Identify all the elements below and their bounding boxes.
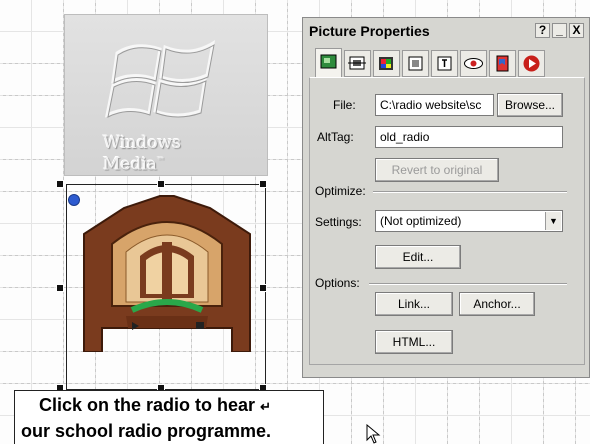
tab-effects[interactable]	[402, 50, 429, 77]
options-section-label: Options:	[315, 276, 360, 290]
resize-handle-left[interactable]	[56, 284, 64, 292]
tab-color[interactable]	[373, 50, 400, 77]
resize-handle-right[interactable]	[259, 284, 267, 292]
caption-line-1: Click on the radio to hear ↵	[39, 395, 271, 415]
chevron-down-icon[interactable]: ▼	[545, 212, 561, 230]
close-button[interactable]: X	[569, 23, 584, 38]
tab-hotspot[interactable]	[489, 50, 516, 77]
file-label: File:	[333, 98, 356, 112]
windows-media-image[interactable]: Windows Media™	[64, 14, 268, 176]
layout-tab-icon	[348, 56, 366, 70]
windows-flag-icon	[105, 39, 216, 118]
settings-dropdown[interactable]: (Not optimized) ▼	[375, 210, 563, 232]
file-path-field[interactable]: C:\radio website\sc	[375, 94, 494, 116]
revert-to-original-button[interactable]: Revert to original	[375, 158, 499, 182]
resize-handle-top-left[interactable]	[56, 180, 64, 188]
tab-layout[interactable]	[344, 50, 371, 77]
link-button[interactable]: Link...	[375, 292, 453, 316]
tab-record[interactable]	[518, 50, 545, 77]
mouse-pointer-icon	[366, 424, 381, 444]
resize-handle-top[interactable]	[157, 180, 165, 188]
dialog-title: Picture Properties	[309, 23, 430, 39]
settings-selected-value: (Not optimized)	[380, 214, 462, 228]
picture-tab-icon	[320, 54, 337, 69]
minimize-button[interactable]: _	[552, 23, 567, 38]
resize-handle-top-right[interactable]	[259, 180, 267, 188]
tab-text[interactable]	[431, 50, 458, 77]
hyperlink-badge-icon	[68, 194, 80, 206]
help-button[interactable]: ?	[535, 23, 550, 38]
windows-media-logo-text: Windows Media™	[103, 133, 181, 175]
edit-button[interactable]: Edit...	[375, 245, 461, 269]
tab-view[interactable]	[460, 50, 487, 77]
alt-tag-label: AltTag:	[317, 130, 354, 144]
optimize-divider	[373, 191, 567, 193]
alt-tag-field[interactable]: old_radio	[375, 126, 563, 148]
caption-textbox[interactable]: Click on the radio to hear ↵ our school …	[14, 390, 324, 444]
tab-picture[interactable]	[315, 48, 342, 78]
record-tab-icon	[523, 55, 540, 72]
color-tab-icon	[379, 57, 393, 70]
options-divider	[369, 283, 567, 285]
anchor-button[interactable]: Anchor...	[459, 292, 535, 316]
effects-tab-icon	[408, 56, 423, 71]
text-tab-icon	[437, 56, 452, 71]
hotspot-tab-icon	[496, 55, 509, 72]
caption-line-2: our school radio programme.	[21, 421, 272, 441]
radio-icon[interactable]	[82, 194, 252, 352]
optimize-section-label: Optimize:	[315, 184, 366, 198]
picture-properties-dialog: Picture Properties ? _ X File: C:\radio …	[302, 17, 590, 378]
browse-button[interactable]: Browse...	[497, 93, 563, 117]
view-tab-icon	[464, 58, 483, 69]
settings-label: Settings:	[315, 215, 362, 229]
html-button[interactable]: HTML...	[375, 330, 453, 354]
